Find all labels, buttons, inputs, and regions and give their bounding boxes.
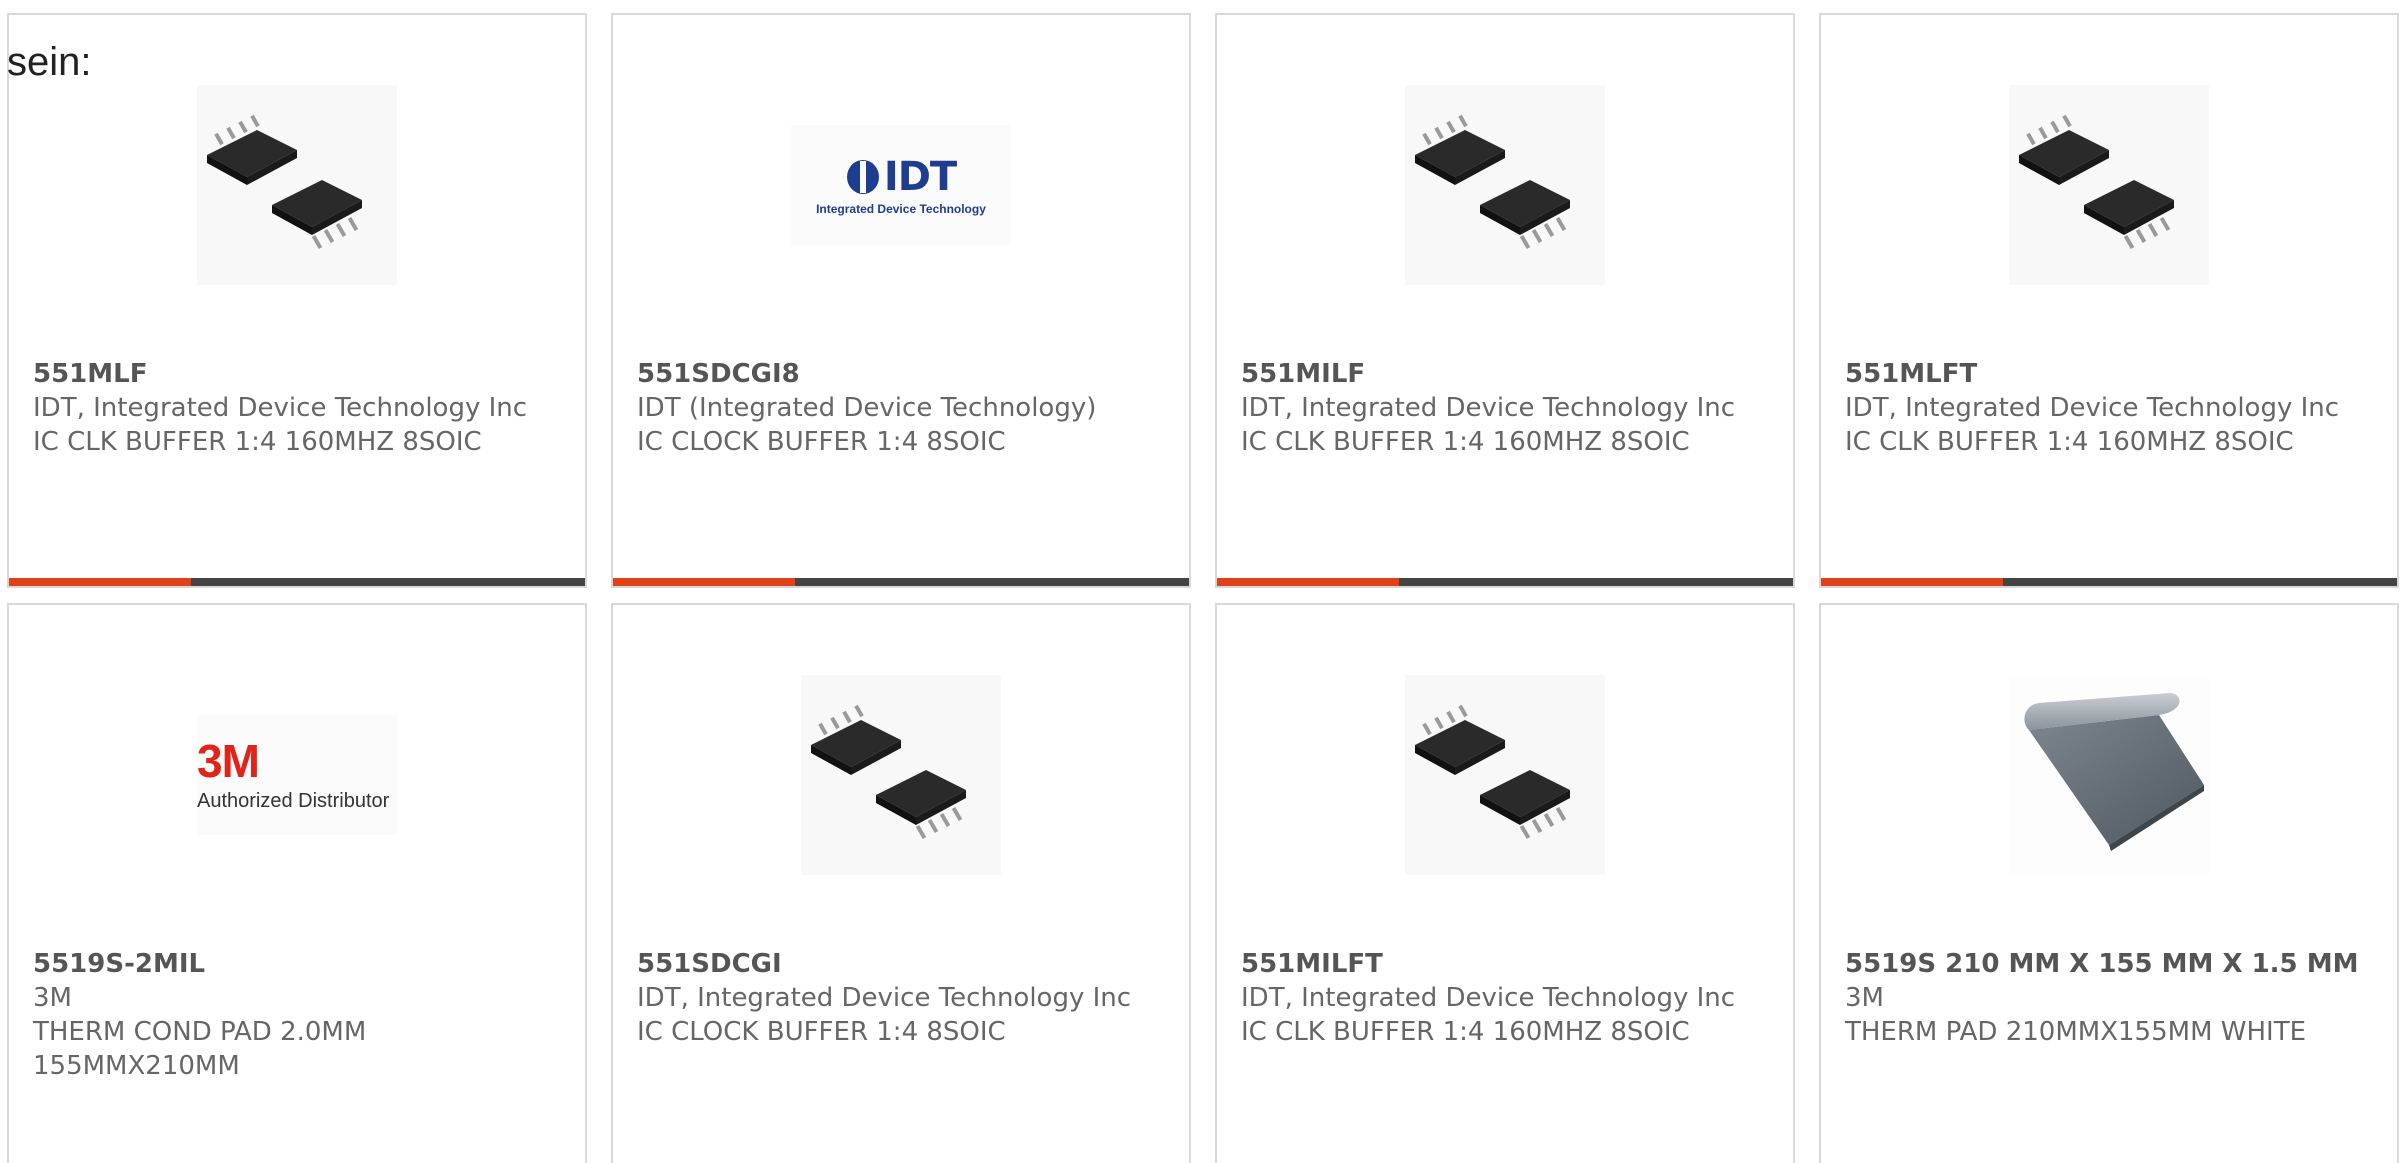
card-bottom-bar: [613, 578, 1189, 586]
product-card[interactable]: 551MILFT IDT, Integrated Device Technolo…: [1215, 603, 1795, 1163]
product-card[interactable]: 551MLF IDT, Integrated Device Technology…: [7, 13, 587, 588]
3m-logo-subtext: Authorized Distributor: [197, 789, 390, 812]
product-card[interactable]: IDT Integrated Device Technology 551SDCG…: [611, 13, 1191, 588]
product-image[interactable]: 3M Authorized Distributor: [9, 675, 585, 875]
product-part-number-link[interactable]: 551MILFT: [1241, 947, 1769, 981]
product-description: IC CLK BUFFER 1:4 160MHZ 8SOIC: [1241, 1017, 1690, 1047]
card-bottom-bar: [9, 578, 585, 586]
product-info: 551MILFT IDT, Integrated Device Technolo…: [1241, 947, 1769, 1049]
card-bottom-bar: [1217, 578, 1793, 586]
product-part-number-link[interactable]: 5519S 210 MM X 155 MM X 1.5 MM: [1845, 947, 2373, 981]
product-manufacturer: IDT, Integrated Device Technology Inc: [1845, 393, 2340, 423]
product-image[interactable]: [1821, 85, 2397, 285]
soic-chip-icon: [2009, 85, 2209, 285]
product-image[interactable]: IDT Integrated Device Technology: [613, 85, 1189, 285]
product-card[interactable]: 5519S 210 MM X 155 MM X 1.5 MM 3M THERM …: [1819, 603, 2399, 1163]
product-description: IC CLOCK BUFFER 1:4 8SOIC: [637, 1017, 1006, 1047]
soic-chip-icon: [1405, 85, 1605, 285]
product-card[interactable]: 3M Authorized Distributor 5519S-2MIL 3M …: [7, 603, 587, 1163]
product-manufacturer: IDT, Integrated Device Technology Inc: [1241, 393, 1736, 423]
product-image[interactable]: [1217, 675, 1793, 875]
product-info: 551SDCGI8 IDT (Integrated Device Technol…: [637, 357, 1165, 459]
product-description: IC CLK BUFFER 1:4 160MHZ 8SOIC: [1241, 427, 1690, 457]
thermal-pad-icon: [2009, 675, 2209, 875]
product-manufacturer: 3M: [1845, 983, 1884, 1013]
product-info: 5519S 210 MM X 155 MM X 1.5 MM 3M THERM …: [1845, 947, 2373, 1049]
product-manufacturer: IDT, Integrated Device Technology Inc: [33, 393, 528, 423]
product-description: IC CLOCK BUFFER 1:4 8SOIC: [637, 427, 1006, 457]
product-info: 551SDCGI IDT, Integrated Device Technolo…: [637, 947, 1165, 1049]
product-part-number-link[interactable]: 551MILF: [1241, 357, 1769, 391]
soic-chip-icon: [1405, 675, 1605, 875]
idt-logo-subtext: Integrated Device Technology: [816, 202, 986, 216]
product-part-number-link[interactable]: 551MLFT: [1845, 357, 2373, 391]
card-accent-bar: [9, 578, 191, 586]
product-description: IC CLK BUFFER 1:4 160MHZ 8SOIC: [1845, 427, 2294, 457]
product-image[interactable]: [613, 675, 1189, 875]
product-manufacturer: IDT (Integrated Device Technology): [637, 393, 1097, 423]
page: 551MLF IDT, Integrated Device Technology…: [0, 0, 2400, 1163]
product-info: 551MILF IDT, Integrated Device Technolog…: [1241, 357, 1769, 459]
soic-chip-icon: [197, 85, 397, 285]
product-info: 551MLF IDT, Integrated Device Technology…: [33, 357, 561, 459]
product-manufacturer: 3M: [33, 983, 72, 1013]
card-accent-bar: [1821, 578, 2003, 586]
product-description: THERM COND PAD 2.0MM 155MMX210MM: [33, 1017, 367, 1081]
product-image[interactable]: [1821, 675, 2397, 875]
3m-logo-icon: 3M Authorized Distributor: [197, 715, 397, 835]
product-card[interactable]: 551MLFT IDT, Integrated Device Technolog…: [1819, 13, 2399, 588]
intro-text: sein:: [7, 40, 92, 84]
product-image[interactable]: [1217, 85, 1793, 285]
product-part-number-link[interactable]: 551MLF: [33, 357, 561, 391]
product-part-number-link[interactable]: 551SDCGI8: [637, 357, 1165, 391]
soic-chip-icon: [801, 675, 1001, 875]
card-bottom-bar: [1821, 578, 2397, 586]
product-part-number-link[interactable]: 5519S-2MIL: [33, 947, 561, 981]
product-info: 5519S-2MIL 3M THERM COND PAD 2.0MM 155MM…: [33, 947, 561, 1083]
product-manufacturer: IDT, Integrated Device Technology Inc: [1241, 983, 1736, 1013]
product-card[interactable]: 551SDCGI IDT, Integrated Device Technolo…: [611, 603, 1191, 1163]
idt-logo-text: IDT: [883, 154, 957, 200]
product-description: THERM PAD 210MMX155MM WHITE: [1845, 1017, 2307, 1047]
idt-logo-icon: IDT Integrated Device Technology: [791, 125, 1011, 245]
card-accent-bar: [1217, 578, 1399, 586]
3m-logo-text: 3M: [197, 734, 260, 787]
product-part-number-link[interactable]: 551SDCGI: [637, 947, 1165, 981]
product-manufacturer: IDT, Integrated Device Technology Inc: [637, 983, 1132, 1013]
product-card[interactable]: 551MILF IDT, Integrated Device Technolog…: [1215, 13, 1795, 588]
product-info: 551MLFT IDT, Integrated Device Technolog…: [1845, 357, 2373, 459]
card-accent-bar: [613, 578, 795, 586]
product-image[interactable]: [9, 85, 585, 285]
product-description: IC CLK BUFFER 1:4 160MHZ 8SOIC: [33, 427, 482, 457]
